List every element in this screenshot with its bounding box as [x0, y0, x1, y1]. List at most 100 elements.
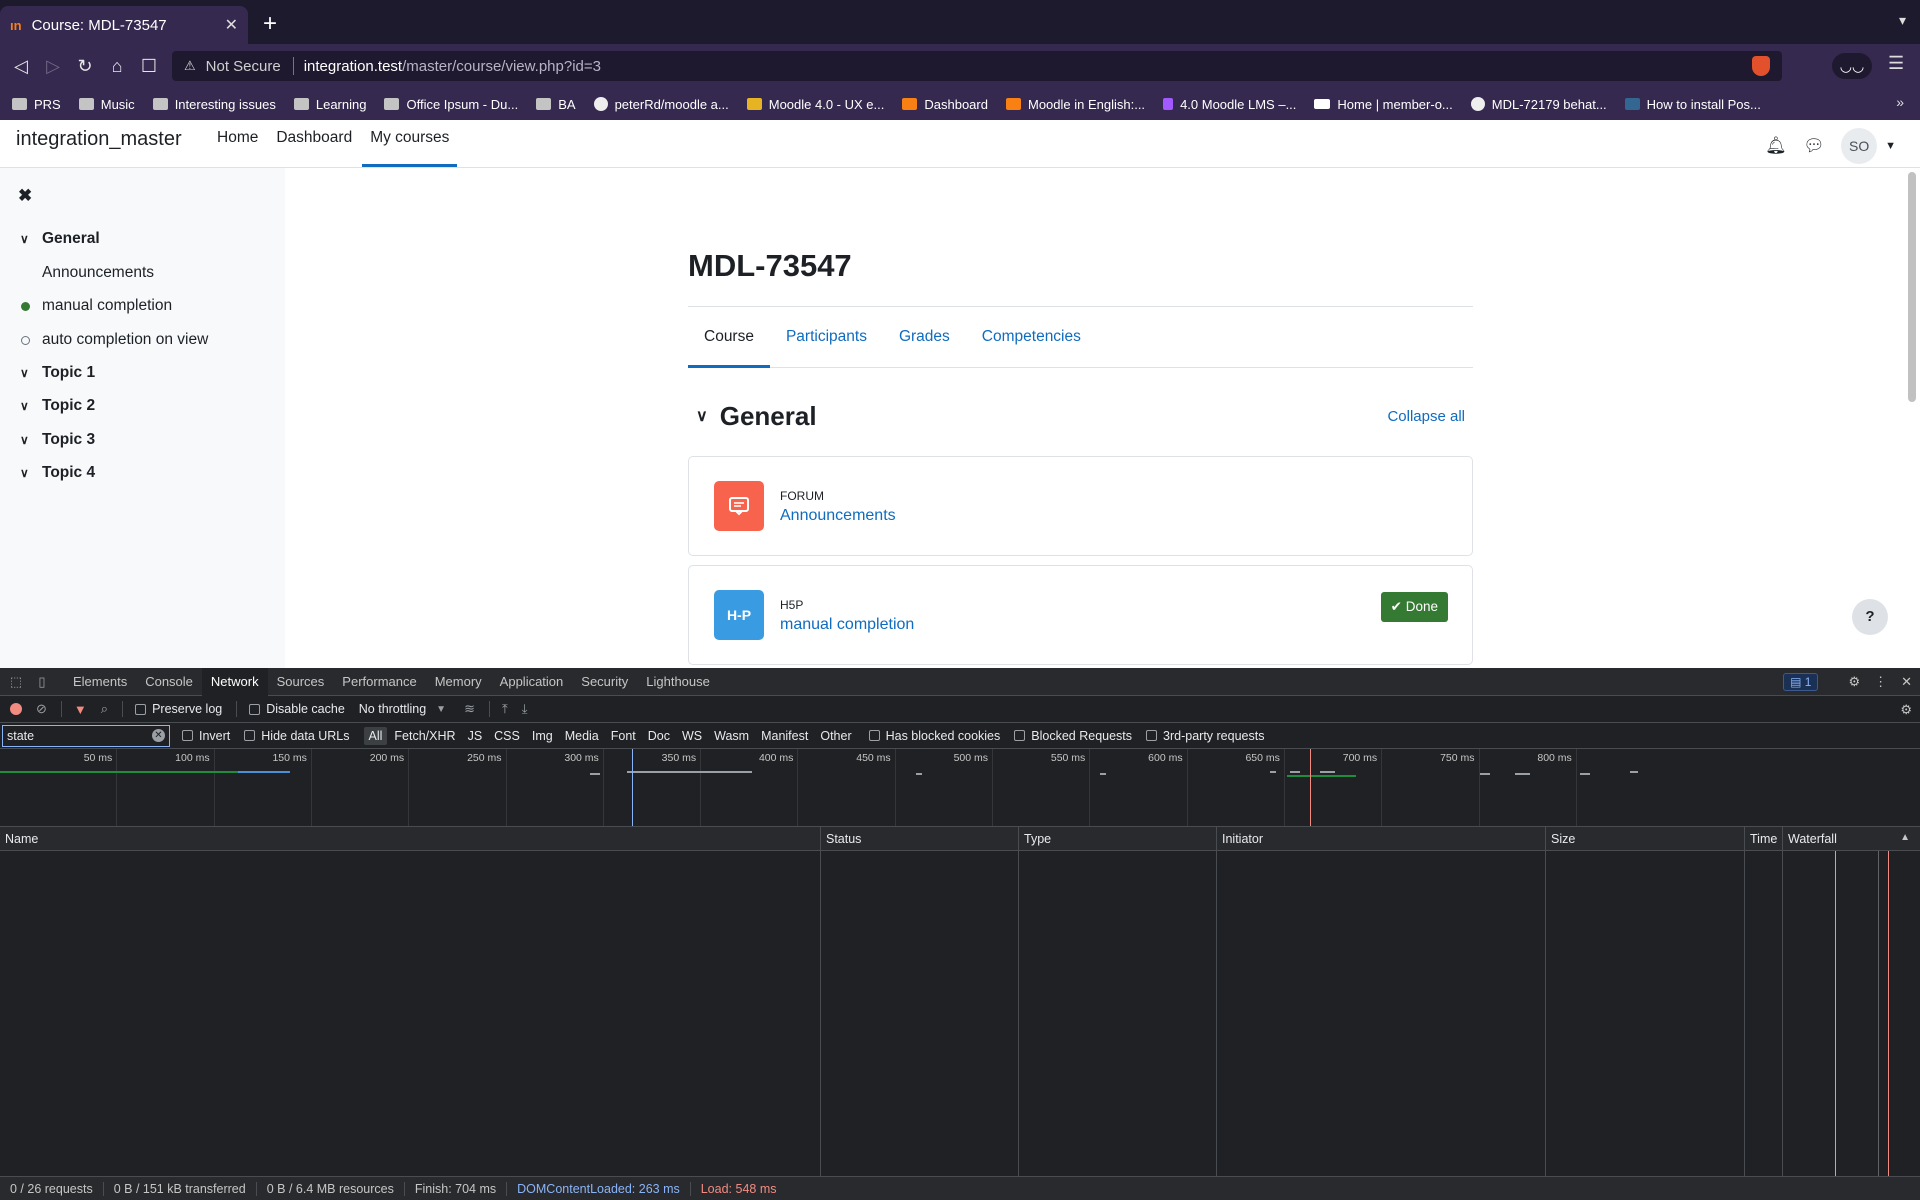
- drawer-section-topic-3[interactable]: ∨ Topic 3: [20, 431, 95, 449]
- chevron-down-icon[interactable]: ∨: [20, 366, 42, 380]
- close-icon[interactable]: ✕: [1901, 674, 1912, 690]
- clear-filter-icon[interactable]: ✕: [152, 728, 165, 742]
- chevron-down-icon[interactable]: ∨: [696, 406, 708, 426]
- network-settings-gear-icon[interactable]: ⚙: [1900, 702, 1912, 718]
- invert-checkbox[interactable]: Invert: [182, 729, 230, 743]
- site-name[interactable]: integration_master: [16, 128, 182, 151]
- new-tab-button[interactable]: +: [256, 10, 284, 38]
- bookmark-item[interactable]: Moodle in English:...: [1005, 97, 1145, 112]
- bookmark-item[interactable]: peterRd/moodle a...: [593, 97, 729, 112]
- filter-type-wasm[interactable]: Wasm: [709, 727, 754, 745]
- nav-my-courses[interactable]: My courses: [362, 120, 458, 168]
- disable-cache-checkbox[interactable]: Disable cache: [249, 702, 345, 716]
- chevron-down-icon[interactable]: ∨: [20, 399, 42, 413]
- filter-type-js[interactable]: JS: [463, 727, 488, 745]
- record-icon[interactable]: [10, 703, 22, 715]
- tab-participants[interactable]: Participants: [770, 308, 883, 367]
- checkbox-box[interactable]: [182, 730, 193, 741]
- tab-course[interactable]: Course: [688, 308, 770, 368]
- checkbox-box[interactable]: [135, 703, 147, 715]
- bookmark-item[interactable]: BA: [536, 97, 576, 112]
- browser-tab[interactable]: ın Course: MDL-73547 ✕: [0, 6, 248, 44]
- devtools-tab-security[interactable]: Security: [572, 668, 637, 696]
- nav-home[interactable]: Home: [209, 120, 266, 168]
- bookmark-item[interactable]: Moodle 4.0 - UX e...: [746, 97, 884, 112]
- devtools-tab-console[interactable]: Console: [136, 668, 202, 696]
- bookmark-item[interactable]: How to install Pos...: [1624, 97, 1761, 112]
- search-icon[interactable]: ⌕: [101, 701, 108, 717]
- filter-type-font[interactable]: Font: [606, 727, 641, 745]
- tab-grades[interactable]: Grades: [883, 308, 966, 367]
- drawer-section-general[interactable]: ∨ General: [20, 230, 100, 248]
- drawer-section-topic-1[interactable]: ∨ Topic 1: [20, 364, 95, 382]
- column-header-initiator[interactable]: Initiator: [1216, 827, 1545, 851]
- address-bar[interactable]: ⚠ Not Secure integration.test/master/cou…: [172, 51, 1782, 81]
- drawer-section-topic-2[interactable]: ∨ Topic 2: [20, 397, 95, 415]
- chevron-down-icon[interactable]: ▼: [1885, 140, 1896, 152]
- bookmark-item[interactable]: Office Ipsum - Du...: [384, 97, 518, 112]
- chevron-down-icon[interactable]: ▼: [436, 704, 446, 715]
- checkbox-box[interactable]: [1146, 730, 1158, 741]
- devtools-tab-sources[interactable]: Sources: [268, 668, 334, 696]
- messages-icon[interactable]: 💬︎: [1803, 136, 1825, 156]
- devtools-tab-performance[interactable]: Performance: [333, 668, 425, 696]
- tab-competencies[interactable]: Competencies: [966, 308, 1097, 367]
- drawer-item-manual-completion[interactable]: manual completion: [21, 297, 172, 315]
- column-header-status[interactable]: Status: [820, 827, 1018, 851]
- collapse-all-link[interactable]: Collapse all: [1387, 408, 1465, 425]
- column-header-type[interactable]: Type: [1018, 827, 1216, 851]
- bookmark-item[interactable]: MDL-72179 behat...: [1470, 97, 1607, 112]
- filter-input[interactable]: state ✕: [2, 724, 170, 747]
- drawer-item-announcements[interactable]: Announcements: [42, 264, 154, 282]
- has-blocked-cookies-checkbox[interactable]: Has blocked cookies: [868, 729, 1000, 743]
- bookmark-item[interactable]: 4.0 Moodle LMS –...: [1163, 97, 1296, 112]
- bookmark-item[interactable]: PRS: [12, 97, 61, 112]
- column-header-name[interactable]: Name: [0, 827, 820, 851]
- filter-type-css[interactable]: CSS: [489, 727, 525, 745]
- preserve-log-checkbox[interactable]: Preserve log: [135, 702, 222, 716]
- activity-link[interactable]: manual completion: [780, 616, 914, 634]
- network-conditions-icon[interactable]: ≋: [464, 701, 475, 717]
- checkbox-box[interactable]: [868, 730, 880, 741]
- activity-link[interactable]: Announcements: [780, 507, 896, 525]
- bookmark-item[interactable]: Home | member-o...: [1314, 97, 1453, 112]
- export-har-icon[interactable]: ⤓: [522, 701, 528, 717]
- blocked-requests-checkbox[interactable]: Blocked Requests: [1014, 729, 1132, 743]
- checkbox-box[interactable]: [249, 703, 261, 715]
- kebab-menu-icon[interactable]: ⋮: [1874, 674, 1887, 690]
- chevron-down-icon[interactable]: ∨: [20, 232, 42, 246]
- drawer-section-topic-4[interactable]: ∨ Topic 4: [20, 464, 95, 482]
- device-toolbar-icon[interactable]: ▯: [32, 674, 52, 690]
- inspect-element-icon[interactable]: ⬚: [6, 674, 26, 690]
- brave-shield-icon[interactable]: [1752, 56, 1770, 76]
- browser-menu-icon[interactable]: ☰: [1888, 53, 1904, 74]
- bookmark-icon[interactable]: ☐: [136, 53, 162, 79]
- filter-type-doc[interactable]: Doc: [643, 727, 675, 745]
- tab-close-icon[interactable]: ✕: [225, 15, 238, 35]
- devtools-tab-network[interactable]: Network: [201, 667, 268, 696]
- notification-bell-icon[interactable]: 🔔︎: [1765, 136, 1787, 156]
- forward-button[interactable]: ▷: [40, 53, 66, 79]
- private-mode-glasses-icon[interactable]: ◡◡: [1832, 53, 1872, 79]
- devtools-tab-memory[interactable]: Memory: [426, 668, 491, 696]
- bookmark-item[interactable]: Interesting issues: [152, 97, 276, 112]
- column-header-time[interactable]: Time: [1744, 827, 1782, 851]
- completion-done-button[interactable]: ✔ Done: [1380, 592, 1448, 622]
- nav-dashboard[interactable]: Dashboard: [268, 120, 360, 168]
- clear-icon[interactable]: ⊘: [36, 701, 47, 717]
- filter-type-other[interactable]: Other: [815, 727, 856, 745]
- sort-ascending-icon[interactable]: ▲: [1900, 832, 1910, 843]
- filter-icon[interactable]: ▼: [74, 702, 87, 717]
- devtools-tab-elements[interactable]: Elements: [64, 668, 136, 696]
- gear-icon[interactable]: ⚙: [1848, 674, 1860, 690]
- filter-type-media[interactable]: Media: [560, 727, 604, 745]
- filter-type-fetch-xhr[interactable]: Fetch/XHR: [389, 727, 460, 745]
- import-har-icon[interactable]: ⤒: [502, 701, 508, 717]
- home-button[interactable]: ⌂: [104, 53, 130, 79]
- throttling-select[interactable]: No throttling: [359, 702, 426, 716]
- devtools-tab-application[interactable]: Application: [491, 668, 573, 696]
- more-bookmarks-chevron-icon[interactable]: »: [1896, 94, 1904, 110]
- chevron-down-icon[interactable]: ∨: [20, 433, 42, 447]
- checkbox-box[interactable]: [244, 730, 256, 741]
- hide-data-urls-checkbox[interactable]: Hide data URLs: [244, 729, 350, 743]
